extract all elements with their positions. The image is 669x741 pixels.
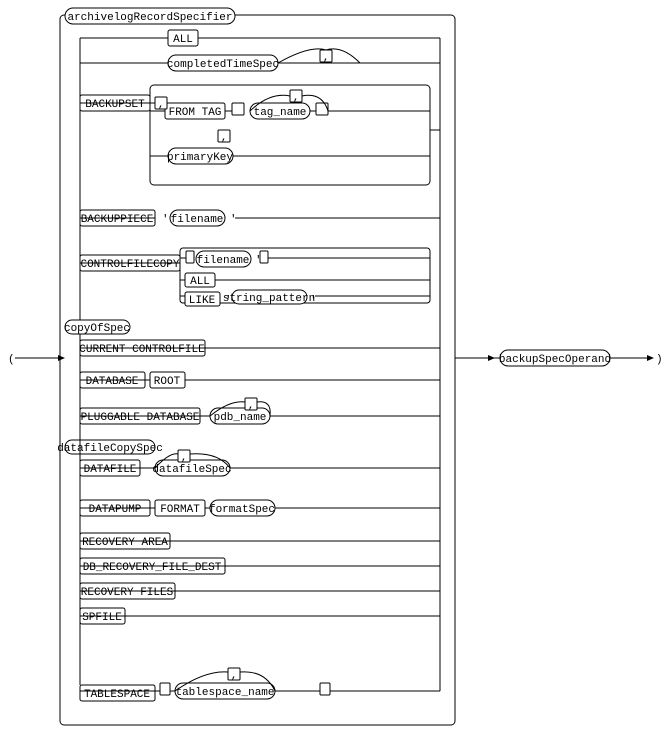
CURRENT-CONTROLFILE-label: CURRENT CONTROLFILE (79, 344, 205, 356)
DATABASE-label: DATABASE (86, 376, 139, 388)
completedTimeSpec-label: completedTimeSpec (167, 59, 279, 71)
svg-text:,: , (221, 132, 228, 144)
filename-label2: filename (197, 255, 250, 267)
LIKE-label: LIKE (189, 295, 216, 307)
archivelogRecordSpecifier-label: archivelogRecordSpecifier (67, 12, 232, 24)
DB-RECOVERY-FILE-DEST-label: DB_RECOVERY_FILE_DEST (83, 562, 222, 574)
railroad-diagram: archivelogRecordSpecifier ( ) ALL comple… (0, 0, 669, 741)
ROOT-label: ROOT (154, 376, 181, 388)
RECOVERY-AREA-label: RECOVERY AREA (82, 537, 168, 549)
svg-text:,: , (231, 670, 238, 682)
DATAPUMP-label: DATAPUMP (89, 504, 142, 516)
backupSpecOperand-label: backupSpecOperand (499, 354, 611, 366)
RECOVERY-FILES-label: RECOVERY FILES (81, 587, 174, 599)
datafileCopySpec-label: datafileCopySpec (57, 443, 163, 455)
right-bracket: ) (656, 354, 663, 366)
PLUGGABLE-DATABASE-label: PLUGGABLE DATABASE (81, 412, 200, 424)
string-pattern-label: string_pattern (223, 293, 315, 305)
svg-text:,: , (248, 400, 255, 412)
svg-text:': ' (310, 295, 317, 307)
svg-text:,: , (293, 92, 300, 104)
pdb-name-label: pdb_name (214, 412, 267, 424)
BACKUPPIECE-label: BACKUPPIECE (81, 214, 154, 226)
primaryKey-label: primaryKey (167, 152, 233, 164)
left-bracket: ( (8, 354, 15, 366)
DATAFILE-label: DATAFILE (84, 464, 137, 476)
tablespace-name-label: tablespace_name (175, 687, 274, 699)
FORMAT-label: FORMAT (160, 504, 200, 516)
svg-text:': ' (230, 214, 237, 226)
svg-text:,: , (158, 99, 165, 111)
formatSpec-label: formatSpec (209, 504, 275, 516)
filename-label1: filename (171, 214, 224, 226)
svg-text:,: , (181, 452, 188, 464)
ALL2-label: ALL (190, 276, 210, 288)
ALL-label: ALL (173, 34, 193, 46)
datafileSpec-label: datafileSpec (152, 464, 231, 476)
FROM-TAG-label: FROM TAG (169, 107, 222, 119)
tag-name-label: tag_name (254, 107, 307, 119)
svg-text:,: , (323, 52, 330, 64)
BACKUPSET-label: BACKUPSET (85, 99, 145, 111)
svg-text:': ' (162, 214, 169, 226)
copyOfSpec-label: copyOfSpec (64, 323, 130, 335)
CONTROLFILECOPY-label: CONTROLFILECOPY (80, 259, 179, 271)
SPFILE-label: SPFILE (82, 612, 122, 624)
